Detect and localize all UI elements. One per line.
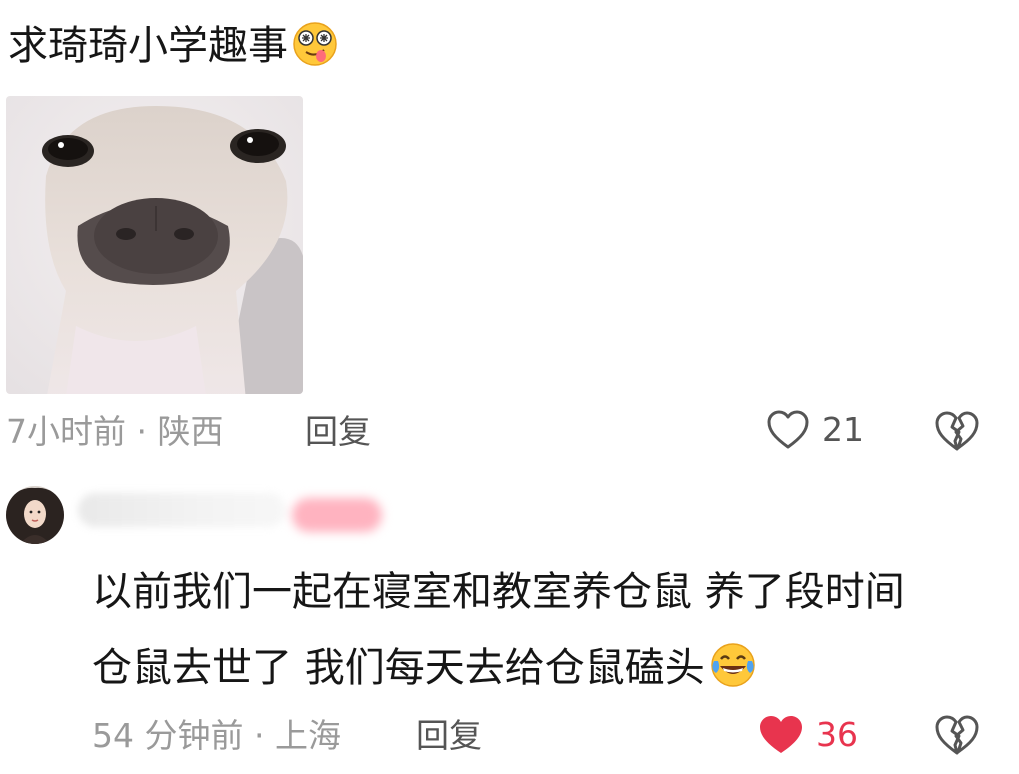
like-count: 21 bbox=[822, 410, 864, 449]
author-badge-blurred bbox=[292, 498, 382, 532]
heart-outline-icon bbox=[767, 410, 809, 449]
silly-dizzy-face-emoji-icon bbox=[293, 22, 337, 66]
comment-text-line-1: 以前我们一起在寝室和教室养仓鼠 养了段时间 bbox=[92, 569, 905, 615]
avatar-image bbox=[6, 486, 64, 544]
dislike-button[interactable] bbox=[934, 714, 980, 760]
heart-filled-icon bbox=[760, 716, 802, 753]
broken-heart-icon bbox=[935, 715, 979, 755]
broken-heart-icon bbox=[935, 411, 979, 451]
comment-body: 求琦琦小学趣事 bbox=[8, 23, 288, 69]
comment-meta: 7小时前 · 陕西 bbox=[6, 412, 224, 451]
meme-dog-image[interactable] bbox=[6, 96, 303, 394]
laughing-tears-emoji-icon bbox=[710, 643, 755, 687]
like-button[interactable]: 21 bbox=[766, 410, 864, 450]
avatar[interactable] bbox=[6, 486, 64, 544]
comment-text: 求琦琦小学趣事 bbox=[8, 18, 338, 74]
reply-button[interactable]: 回复 bbox=[305, 412, 371, 452]
dog-photo bbox=[6, 96, 303, 394]
dislike-button[interactable] bbox=[934, 410, 980, 456]
reply-button[interactable]: 回复 bbox=[416, 716, 482, 756]
like-button[interactable]: 36 bbox=[758, 714, 858, 756]
comment-body: 仓鼠去世了 我们每天去给仓鼠磕头 bbox=[92, 645, 705, 691]
comment-meta: 54 分钟前 · 上海 bbox=[92, 716, 341, 755]
comment-text-line-2: 仓鼠去世了 我们每天去给仓鼠磕头 bbox=[92, 640, 757, 696]
like-count: 36 bbox=[816, 715, 858, 754]
author-name-blurred[interactable] bbox=[78, 493, 286, 527]
